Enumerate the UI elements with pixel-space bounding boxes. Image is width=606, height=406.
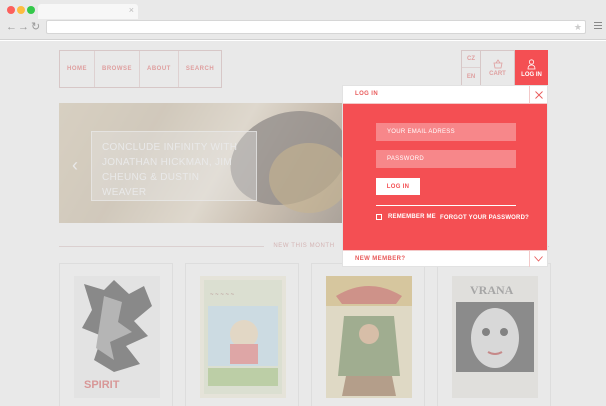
login-tab-button[interactable]: LOG IN — [515, 50, 548, 86]
hero-caption-line: CONCLUDE INFINITY WITH — [102, 142, 238, 153]
language-switcher: CZ EN — [461, 50, 481, 86]
chevron-down-icon[interactable] — [529, 251, 547, 267]
hero-caption[interactable]: CONCLUDE INFINITY WITH JONATHAN HICKMAN,… — [91, 131, 257, 201]
maximize-window-button[interactable] — [27, 6, 35, 14]
comic-cover-image: ~ ~ ~ ~ ~ — [200, 276, 286, 398]
login-dropdown: LOG IN YOUR EMAIL ADRESS PASSWORD LOG IN… — [342, 85, 548, 267]
lang-option-cz[interactable]: CZ — [462, 51, 480, 68]
comic-cover-image: SPIRIT — [74, 276, 160, 398]
login-dropdown-header: LOG IN — [343, 86, 547, 104]
arrow-right-icon[interactable]: → — [18, 21, 29, 33]
cart-label: CART — [489, 71, 506, 77]
browser-tab[interactable]: × — [38, 4, 138, 19]
lang-option-en[interactable]: EN — [462, 68, 480, 85]
svg-text:~ ~ ~ ~ ~: ~ ~ ~ ~ ~ — [210, 292, 235, 298]
page: HOME BROWSE ABOUT SEARCH CZ EN CART ‹ CO… — [0, 41, 606, 406]
comic-cover-image — [326, 276, 412, 398]
product-card[interactable]: ~ ~ ~ ~ ~ — [185, 263, 299, 406]
remember-me-control[interactable]: REMEMBER ME — [376, 214, 436, 220]
hero-caption-line: JONATHAN HICKMAN, JIM — [102, 157, 233, 168]
hero-caption-line: CHEUNG & DUSTIN WEAVER — [102, 172, 200, 198]
hero-artwork-accent — [269, 143, 349, 213]
remember-me-checkbox[interactable] — [376, 214, 382, 220]
minimize-window-button[interactable] — [17, 6, 25, 14]
forgot-password-link[interactable]: FORGOT YOUR PASSWORD? — [440, 214, 529, 222]
basket-icon — [493, 59, 502, 69]
star-icon[interactable]: ★ — [574, 21, 582, 33]
nav-item-home[interactable]: HOME — [60, 51, 95, 87]
remember-me-label: REMEMBER ME — [388, 214, 436, 220]
nav-item-search[interactable]: SEARCH — [179, 51, 221, 87]
user-icon — [527, 58, 536, 69]
arrow-left-icon[interactable]: ← — [6, 21, 17, 33]
reload-icon[interactable]: ↻ — [31, 21, 40, 33]
close-window-button[interactable] — [7, 6, 15, 14]
login-dropdown-title: LOG IN — [355, 91, 379, 97]
comic-cover-image: VRANA — [452, 276, 538, 398]
nav-item-browse[interactable]: BROWSE — [95, 51, 140, 87]
svg-text:VRANA: VRANA — [470, 283, 514, 297]
cart-button[interactable]: CART — [481, 50, 515, 86]
new-member-bar[interactable]: NEW MEMBER? — [343, 250, 547, 267]
login-submit-button[interactable]: LOG IN — [376, 178, 420, 195]
password-field[interactable]: PASSWORD — [376, 150, 516, 168]
product-card[interactable] — [311, 263, 425, 406]
hamburger-icon[interactable] — [594, 22, 602, 31]
browser-chrome: × ← → ↻ ★ — [0, 0, 606, 40]
close-icon[interactable] — [529, 86, 547, 104]
product-card[interactable]: SPIRIT — [59, 263, 173, 406]
email-field[interactable]: YOUR EMAIL ADRESS — [376, 123, 516, 141]
chevron-left-icon[interactable]: ‹ — [72, 155, 78, 176]
address-bar[interactable]: ★ — [46, 20, 586, 34]
close-tab-icon[interactable]: × — [129, 5, 134, 15]
login-tab-label: LOG IN — [521, 71, 542, 78]
hero-banner[interactable]: ‹ CONCLUDE INFINITY WITH JONATHAN HICKMA… — [59, 103, 351, 223]
main-nav: HOME BROWSE ABOUT SEARCH — [59, 50, 223, 88]
svg-text:SPIRIT: SPIRIT — [84, 379, 120, 391]
divider — [376, 205, 516, 206]
new-member-label: NEW MEMBER? — [355, 256, 406, 262]
product-card[interactable]: VRANA — [437, 263, 551, 406]
nav-item-about[interactable]: ABOUT — [140, 51, 179, 87]
